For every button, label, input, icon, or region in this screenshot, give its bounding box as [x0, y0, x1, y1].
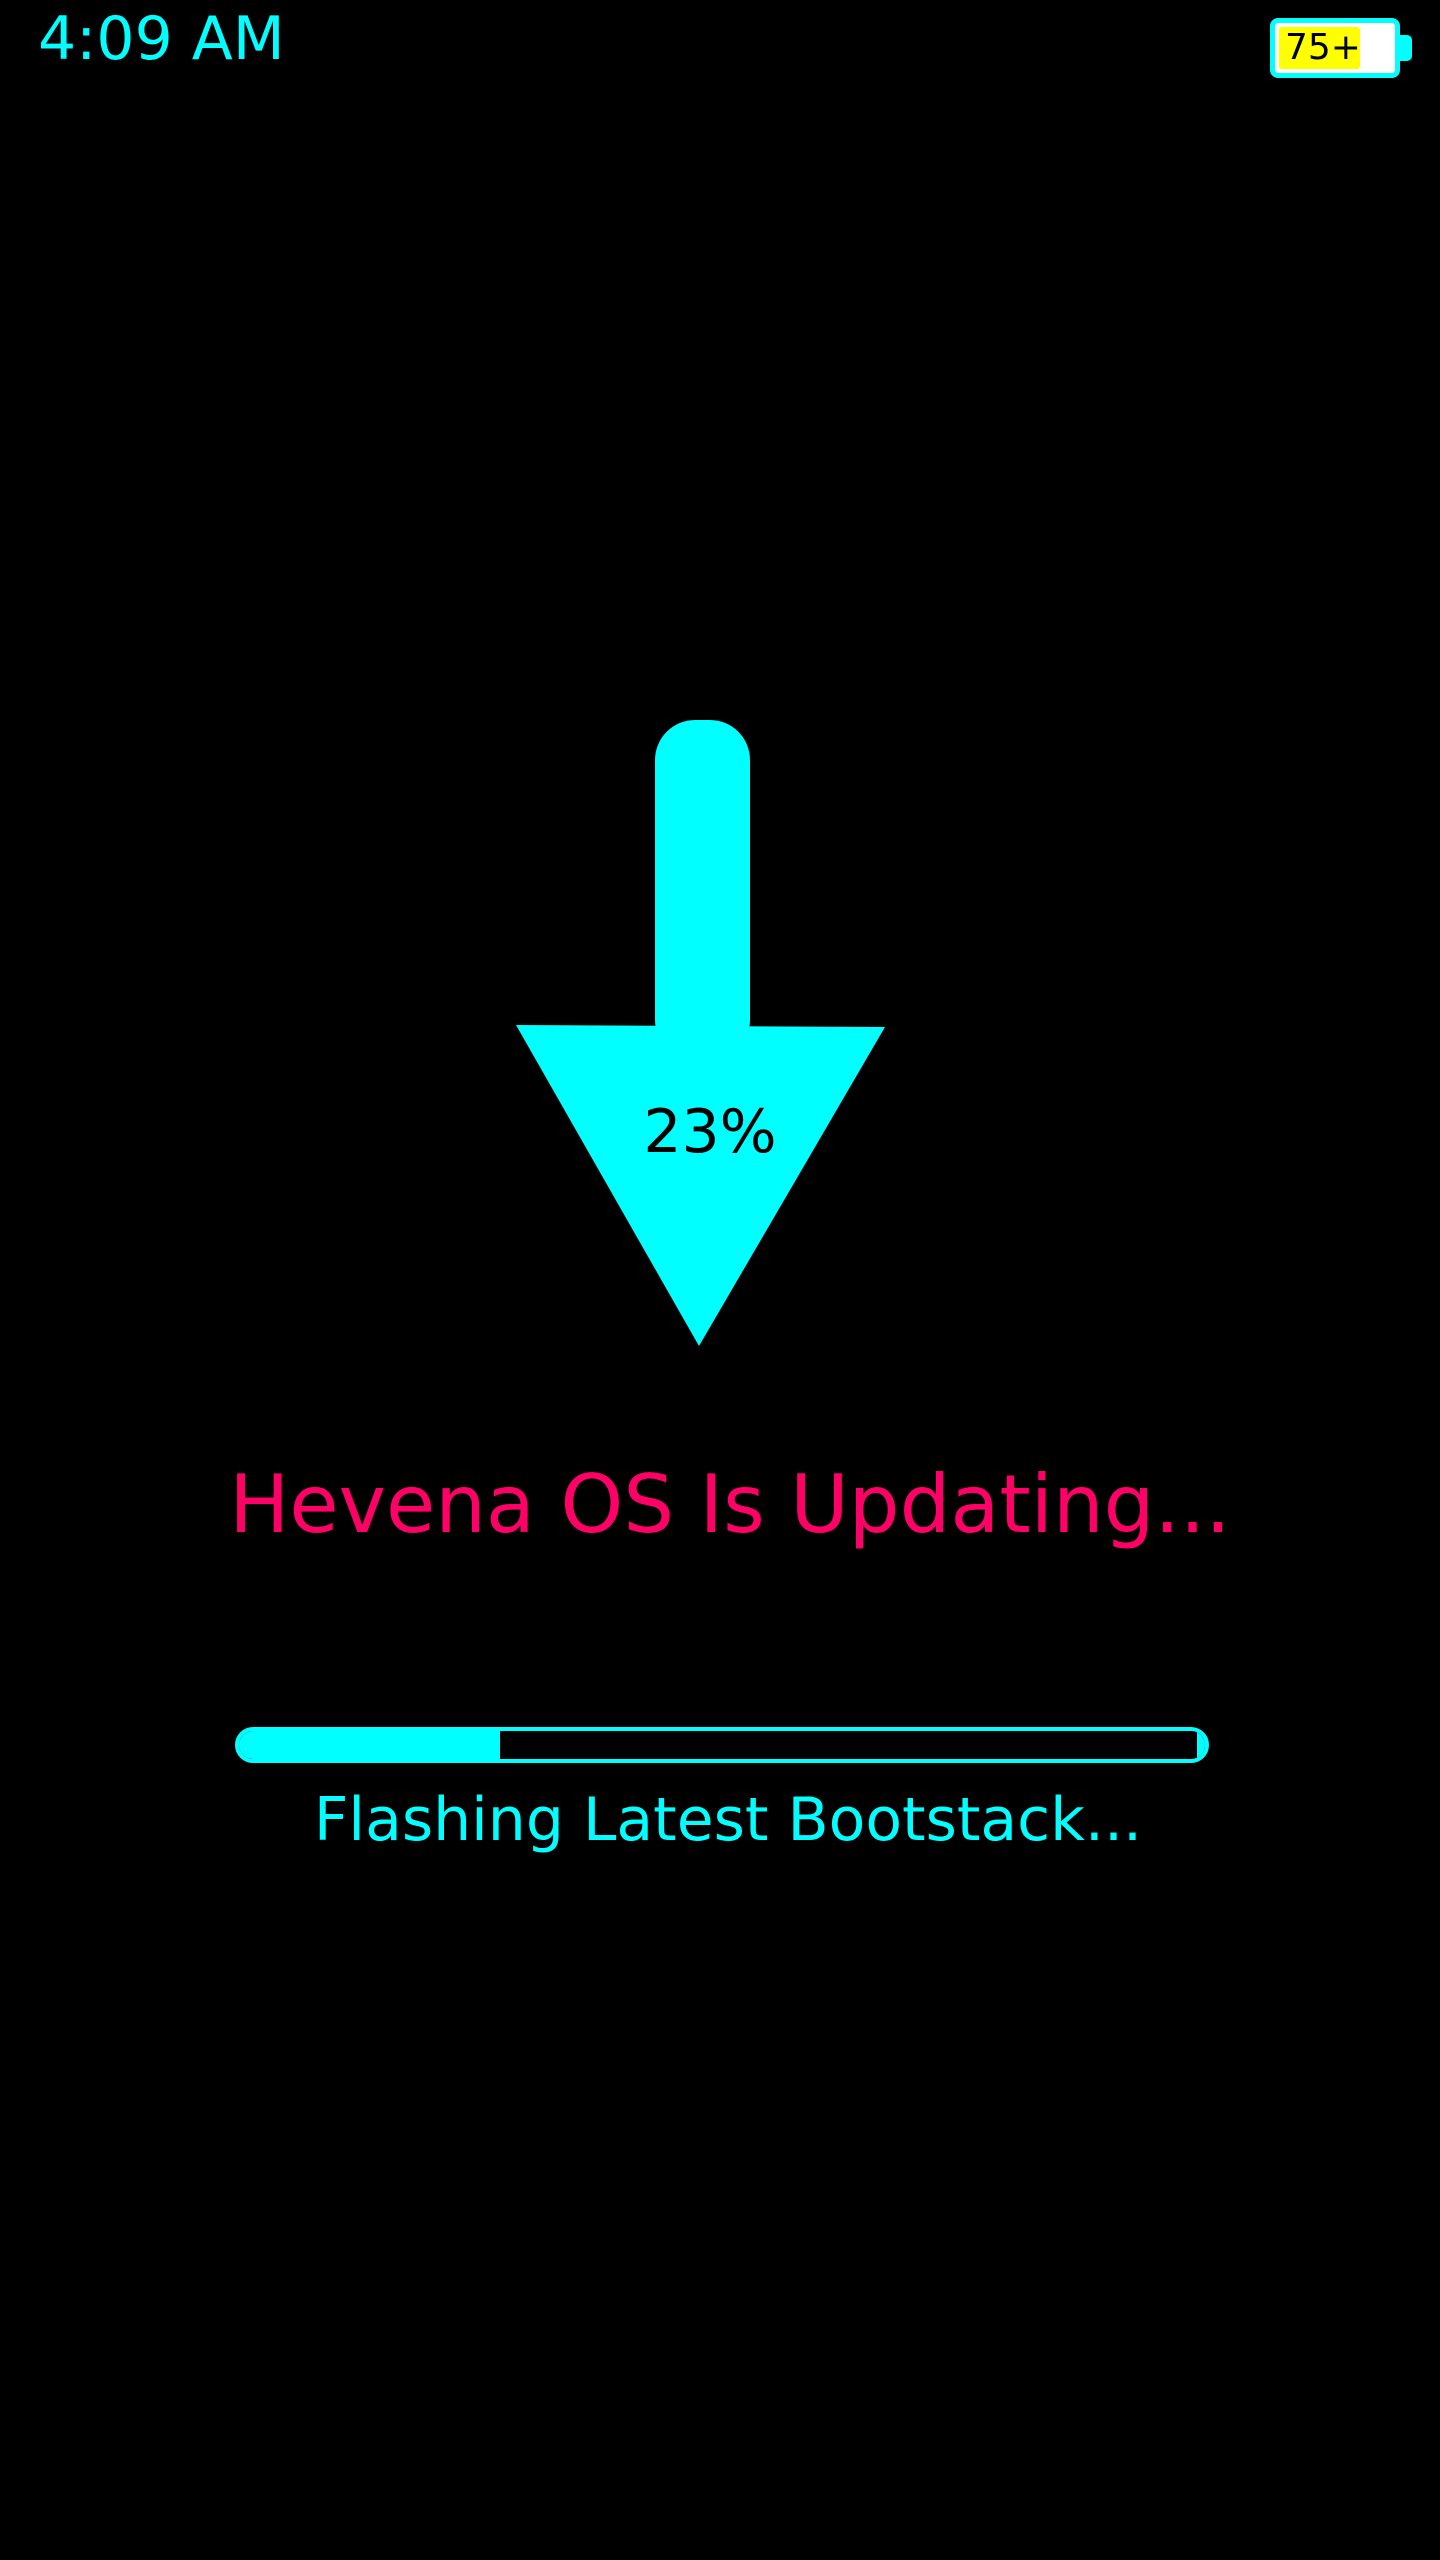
update-percent-label: 23% — [643, 1097, 777, 1167]
update-progress-end-cap — [1197, 1731, 1205, 1759]
download-arrow-icon — [516, 720, 885, 1346]
update-progress-fill — [239, 1731, 500, 1759]
download-arrow-shaft — [655, 720, 750, 1060]
update-title: Hevena OS Is Updating... — [229, 1458, 1231, 1551]
update-progress-bar — [235, 1727, 1209, 1763]
update-step-text: Flashing Latest Bootstack... — [313, 1785, 1143, 1855]
download-arrow-head — [516, 1025, 885, 1346]
